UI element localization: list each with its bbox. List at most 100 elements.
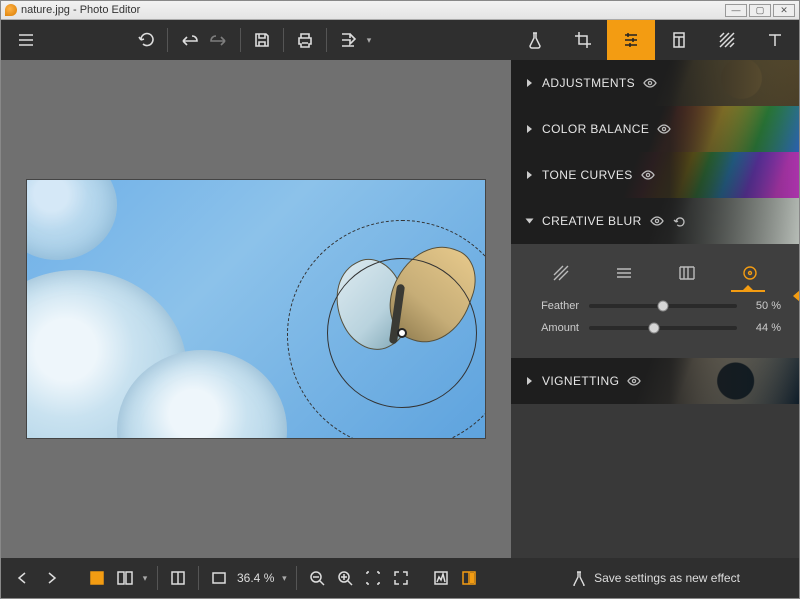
print-button[interactable]	[290, 25, 320, 55]
visibility-toggle[interactable]	[650, 214, 664, 228]
toolbar-divider	[167, 28, 168, 52]
save-button[interactable]	[247, 25, 277, 55]
single-view-icon	[89, 570, 105, 586]
save-as-effect-button[interactable]: Save settings as new effect	[511, 558, 799, 598]
actual-size-button[interactable]	[359, 564, 387, 592]
panel-tab-strip	[511, 20, 799, 60]
feather-value: 50 %	[737, 300, 781, 312]
tab-adjust[interactable]	[607, 20, 655, 60]
fit-icon	[211, 570, 227, 586]
preset-icon	[670, 31, 688, 49]
panel-collapse-handle[interactable]	[793, 290, 799, 302]
redo-icon	[210, 31, 228, 49]
tab-text[interactable]	[751, 20, 799, 60]
zoom-menu[interactable]: ▾	[278, 573, 290, 584]
arrow-left-icon	[15, 570, 31, 586]
undo-button[interactable]	[174, 25, 204, 55]
reset-section-button[interactable]	[672, 214, 686, 228]
chevron-right-icon	[527, 377, 532, 385]
titlebar: nature.jpg - Photo Editor — ▢ ✕	[1, 1, 799, 20]
edited-image[interactable]	[26, 179, 486, 439]
section-label: CREATIVE BLUR	[542, 214, 642, 228]
window-title: nature.jpg - Photo Editor	[21, 4, 140, 16]
blur-mode-radial[interactable]	[735, 258, 765, 288]
tab-presets[interactable]	[655, 20, 703, 60]
flask-icon	[570, 570, 586, 586]
visibility-toggle[interactable]	[643, 76, 657, 90]
undo-history-icon	[137, 31, 155, 49]
visibility-toggle[interactable]	[657, 122, 671, 136]
canvas-viewport[interactable]	[1, 60, 511, 558]
section-label: ADJUSTMENTS	[542, 76, 635, 90]
navigator-icon	[461, 570, 477, 586]
blur-mode-tilt-diagonal[interactable]	[546, 258, 576, 288]
histogram-icon	[433, 570, 449, 586]
view-mode-menu[interactable]: ▾	[139, 573, 151, 584]
adjustments-panel: ADJUSTMENTS COLOR BALANCE TONE CURVES CR…	[511, 60, 799, 558]
window-minimize-button[interactable]: —	[725, 4, 747, 17]
chevron-right-icon	[527, 79, 532, 87]
hamburger-icon	[17, 31, 35, 49]
fit-screen-button[interactable]	[205, 564, 233, 592]
amount-slider[interactable]	[589, 326, 737, 330]
compare-view-icon	[117, 570, 133, 586]
tab-crop[interactable]	[559, 20, 607, 60]
histogram-button[interactable]	[427, 564, 455, 592]
section-tone-curves[interactable]: TONE CURVES	[511, 152, 799, 198]
status-bar: ▾ 36.4 % ▾ Save settings as new effect	[1, 558, 799, 598]
zoom-in-icon	[337, 570, 353, 586]
chevron-down-icon	[526, 219, 534, 224]
toolbar-divider	[283, 28, 284, 52]
flask-icon	[526, 31, 544, 49]
section-creative-blur[interactable]: CREATIVE BLUR	[511, 198, 799, 244]
chevron-right-icon	[527, 171, 532, 179]
section-adjustments[interactable]: ADJUSTMENTS	[511, 60, 799, 106]
export-menu-caret[interactable]: ▾	[363, 35, 375, 46]
menu-button[interactable]	[11, 25, 41, 55]
slider-thumb[interactable]	[658, 301, 669, 312]
prev-image-button[interactable]	[9, 564, 37, 592]
section-label: VIGNETTING	[542, 374, 619, 388]
section-color-balance[interactable]: COLOR BALANCE	[511, 106, 799, 152]
section-vignetting[interactable]: VIGNETTING	[511, 358, 799, 404]
chevron-right-icon	[527, 125, 532, 133]
slider-label: Feather	[529, 300, 589, 312]
section-label: COLOR BALANCE	[542, 122, 649, 136]
single-view-button[interactable]	[83, 564, 111, 592]
status-divider	[157, 566, 158, 590]
window-maximize-button[interactable]: ▢	[749, 4, 771, 17]
visibility-toggle[interactable]	[627, 374, 641, 388]
window-close-button[interactable]: ✕	[773, 4, 795, 17]
compare-view-button[interactable]	[111, 564, 139, 592]
top-toolbar: ▾	[1, 20, 799, 60]
before-after-icon	[170, 570, 186, 586]
redo-button[interactable]	[204, 25, 234, 55]
print-icon	[296, 31, 314, 49]
next-image-button[interactable]	[37, 564, 65, 592]
zoom-in-button[interactable]	[331, 564, 359, 592]
slider-label: Amount	[529, 322, 589, 334]
slider-thumb[interactable]	[649, 323, 660, 334]
export-button[interactable]	[333, 25, 363, 55]
tab-texture[interactable]	[703, 20, 751, 60]
blur-mode-tilt-horizontal[interactable]	[609, 258, 639, 288]
export-icon	[339, 31, 357, 49]
undo-history-button[interactable]	[131, 25, 161, 55]
blur-center-handle[interactable]	[397, 328, 407, 338]
tab-effects[interactable]	[511, 20, 559, 60]
save-icon	[253, 31, 271, 49]
navigator-button[interactable]	[455, 564, 483, 592]
blur-mode-tilt-vertical[interactable]	[672, 258, 702, 288]
fullscreen-button[interactable]	[387, 564, 415, 592]
visibility-toggle[interactable]	[641, 168, 655, 182]
main-area: ADJUSTMENTS COLOR BALANCE TONE CURVES CR…	[1, 60, 799, 558]
toolbar-divider	[326, 28, 327, 52]
zoom-out-button[interactable]	[303, 564, 331, 592]
status-divider	[198, 566, 199, 590]
amount-slider-row: Amount 44 %	[529, 322, 781, 334]
zoom-level-display: 36.4 %	[233, 571, 278, 585]
feather-slider[interactable]	[589, 304, 737, 308]
blur-mode-selector	[529, 258, 781, 288]
before-after-button[interactable]	[164, 564, 192, 592]
save-as-effect-label: Save settings as new effect	[594, 571, 740, 585]
